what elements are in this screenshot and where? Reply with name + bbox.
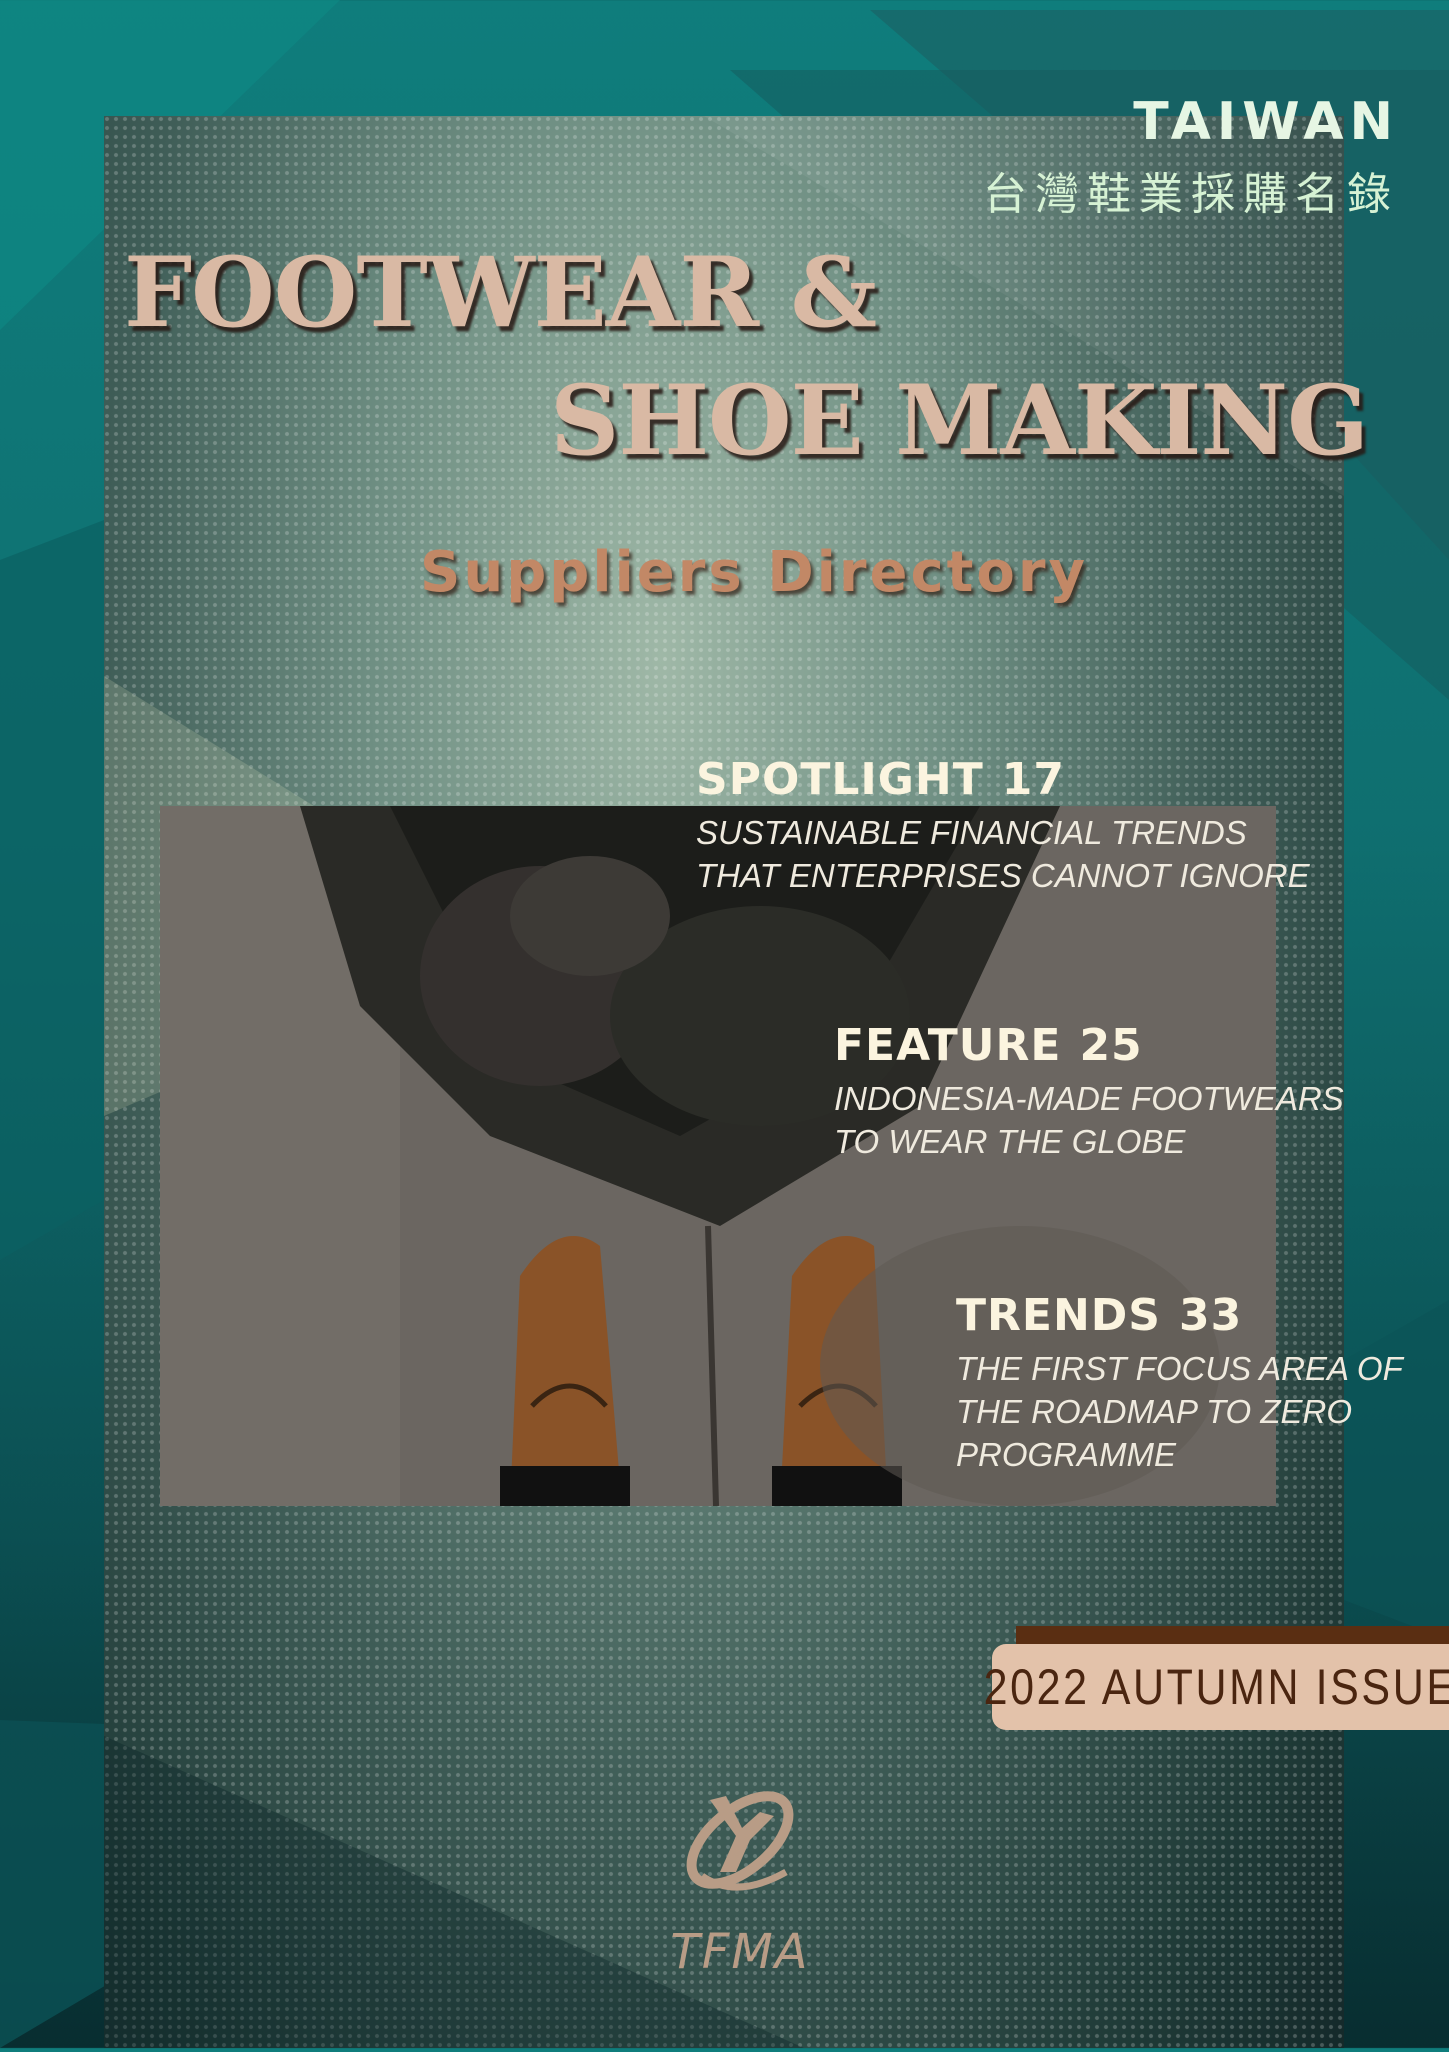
article-spotlight[interactable]: SPOTLIGHT 17 SUSTAINABLE FINANCIAL TRENDS… [696,754,1310,897]
article-headline-line: THE FIRST FOCUS AREA OF [956,1350,1403,1387]
chinese-directory-title: 台灣鞋業採購名錄 [983,169,1399,220]
page-number: 33 [1179,1290,1243,1341]
article-headline-line: PROGRAMME [956,1436,1177,1473]
issue-badge: 2022 AUTUMN ISSUE [984,1644,1449,1730]
article-headline-line: INDONESIA-MADE FOOTWEARS [834,1080,1344,1117]
section-label: FEATURE [834,1020,1062,1071]
magazine-subtitle: Suppliers Directory [420,540,1089,605]
article-feature[interactable]: FEATURE 25 INDONESIA-MADE FOOTWEARS TO WE… [834,1020,1344,1163]
page-number: 25 [1079,1020,1143,1071]
tfma-logo-icon [676,1776,804,1904]
publisher-name: TFMA [670,1924,810,1980]
section-label: SPOTLIGHT [696,754,984,805]
issue-label: 2022 AUTUMN ISSUE [983,1659,1449,1715]
magazine-title-line-1: FOOTWEAR & [124,236,877,349]
article-headline-line: THAT ENTERPRISES CANNOT IGNORE [696,857,1310,894]
article-headline-line: THE ROADMAP TO ZERO [956,1393,1353,1430]
magazine-title-line-2: SHOE MAKING [550,364,1369,477]
page-number: 17 [1001,754,1065,805]
section-label: TRENDS [956,1290,1161,1341]
article-trends[interactable]: TRENDS 33 THE FIRST FOCUS AREA OF THE ROA… [956,1290,1403,1476]
country-label: TAIWAN [1133,92,1399,152]
article-headline-line: SUSTAINABLE FINANCIAL TRENDS [696,814,1247,851]
article-headline-line: TO WEAR THE GLOBE [834,1123,1186,1160]
